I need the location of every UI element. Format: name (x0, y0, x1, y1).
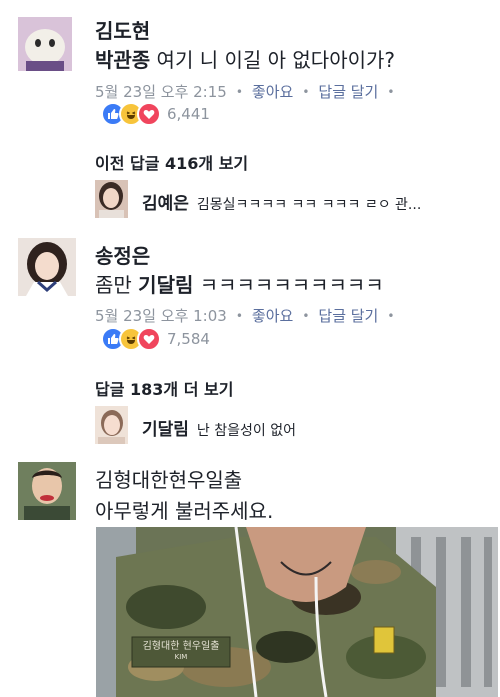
avatar-image-icon (18, 462, 76, 520)
separator: • (235, 84, 243, 99)
comment-author[interactable]: 김형대한현우일출 (95, 464, 242, 493)
timestamp[interactable]: 5월 23일 오후 2:15 (95, 81, 227, 102)
reactions[interactable]: 7,584 (101, 327, 210, 351)
separator: • (235, 308, 243, 323)
reaction-count: 6,441 (167, 105, 210, 123)
view-more-replies[interactable]: 답글 183개 더 보기 (95, 376, 233, 400)
reactions[interactable]: 6,441 (101, 102, 210, 126)
comment-body: ㅋㅋㅋㅋㅋㅋㅋㅋㅋㅋ (193, 273, 384, 297)
comment-text: 좀만 기달림 ㅋㅋㅋㅋㅋㅋㅋㅋㅋㅋ (95, 269, 384, 298)
reply-text[interactable]: 김몽실ㅋㅋㅋㅋ ㅋㅋ ㅋㅋㅋ ㄹㅇ 관... (197, 194, 421, 214)
love-reaction-icon (137, 327, 161, 351)
reply-author[interactable]: 기달림 (142, 415, 189, 440)
comment-author[interactable]: 김도현 (95, 15, 150, 44)
like-button[interactable]: 좋아요 (252, 81, 293, 102)
avatar-image-icon (95, 406, 128, 444)
comment-body: 여기 니 이길 아 없다아이가? (150, 48, 396, 72)
camouflage-uniform-icon (96, 527, 498, 697)
reaction-count: 7,584 (167, 330, 210, 348)
avatar-image-icon (18, 238, 76, 296)
separator: • (302, 84, 310, 99)
comment-text: 아무렇게 불러주세요. (95, 499, 274, 523)
reply-button[interactable]: 답글 달기 (318, 305, 378, 326)
separator: • (387, 308, 395, 323)
reply-author[interactable]: 김예은 (142, 189, 189, 214)
like-button[interactable]: 좋아요 (252, 305, 293, 326)
comment-meta: 5월 23일 오후 2:15 • 좋아요 • 답글 달기 • (95, 81, 403, 102)
name-tag-text: 김형대한 현우일출 KIM (142, 641, 220, 661)
timestamp[interactable]: 5월 23일 오후 1:03 (95, 305, 227, 326)
avatar-image-icon (95, 180, 128, 218)
attached-photo[interactable]: 김형대한 현우일출 KIM (96, 527, 498, 697)
reply-item: 김예은 김몽실ㅋㅋㅋㅋ ㅋㅋ ㅋㅋㅋ ㄹㅇ 관... (142, 189, 421, 214)
separator: • (302, 308, 310, 323)
reply-button[interactable]: 답글 달기 (318, 81, 378, 102)
reply-text[interactable]: 난 참을성이 없어 (197, 420, 296, 440)
avatar[interactable] (95, 406, 128, 444)
avatar-image-icon (18, 17, 72, 71)
view-previous-replies[interactable]: 이전 답글 416개 보기 (95, 150, 248, 174)
comment-text: 박관종 여기 니 이길 아 없다아이가? (95, 44, 395, 73)
love-reaction-icon (137, 102, 161, 126)
avatar[interactable] (18, 238, 76, 296)
separator: • (387, 84, 395, 99)
comment-meta: 5월 23일 오후 1:03 • 좋아요 • 답글 달기 • (95, 305, 403, 326)
mention-link[interactable]: 박관종 (95, 48, 150, 72)
reply-item: 기달림 난 참을성이 없어 (142, 415, 296, 440)
avatar[interactable] (18, 17, 72, 71)
mention-link[interactable]: 기달림 (138, 273, 193, 297)
comment-body: 좀만 (95, 273, 139, 297)
comment-author[interactable]: 송정은 (95, 240, 150, 269)
avatar[interactable] (18, 462, 76, 520)
avatar[interactable] (95, 180, 128, 218)
